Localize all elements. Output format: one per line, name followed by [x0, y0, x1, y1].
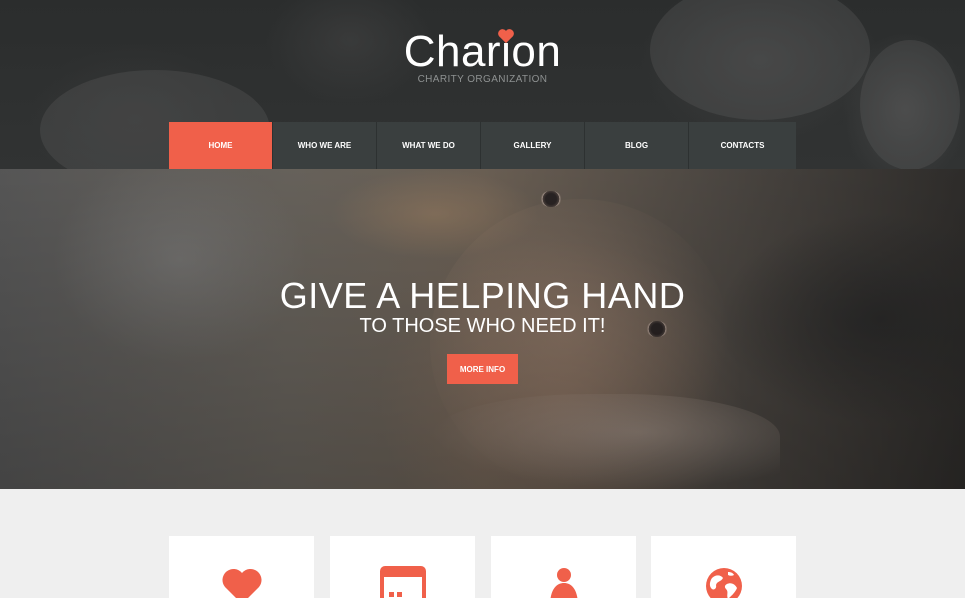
- site-header: Charion CHARITY ORGANIZATION HOME WHO WE…: [0, 0, 965, 169]
- site-tagline: CHARITY ORGANIZATION: [417, 74, 548, 85]
- nav-item-blog[interactable]: BLOG: [585, 122, 689, 169]
- globe-icon: [705, 568, 742, 598]
- nav-item-contacts[interactable]: CONTACTS: [689, 122, 796, 169]
- nav-item-who-we-are[interactable]: WHO WE ARE: [273, 122, 377, 169]
- features-section: [0, 489, 965, 598]
- nav-item-home[interactable]: HOME: [169, 122, 273, 169]
- nav-item-what-we-do[interactable]: WHAT WE DO: [377, 122, 481, 169]
- main-navigation: HOME WHO WE ARE WHAT WE DO GALLERY BLOG …: [169, 122, 796, 169]
- feature-card[interactable]: [330, 536, 475, 598]
- hero-subtitle: TO THOSE WHO NEED IT!: [359, 315, 606, 337]
- heart-icon: [221, 569, 262, 598]
- more-info-button[interactable]: MORE INFO: [447, 354, 518, 384]
- nav-item-gallery[interactable]: GALLERY: [481, 122, 585, 169]
- calendar-icon: [379, 566, 426, 598]
- hero-banner: GIVE A HELPING HAND TO THOSE WHO NEED IT…: [0, 169, 965, 489]
- feature-card[interactable]: [169, 536, 314, 598]
- hero-title: GIVE A HELPING HAND: [279, 275, 686, 316]
- site-logo[interactable]: Charion: [0, 26, 965, 78]
- feature-card[interactable]: [491, 536, 636, 598]
- person-icon: [550, 568, 577, 598]
- feature-card[interactable]: [651, 536, 796, 598]
- logo-heart-icon: [498, 29, 514, 44]
